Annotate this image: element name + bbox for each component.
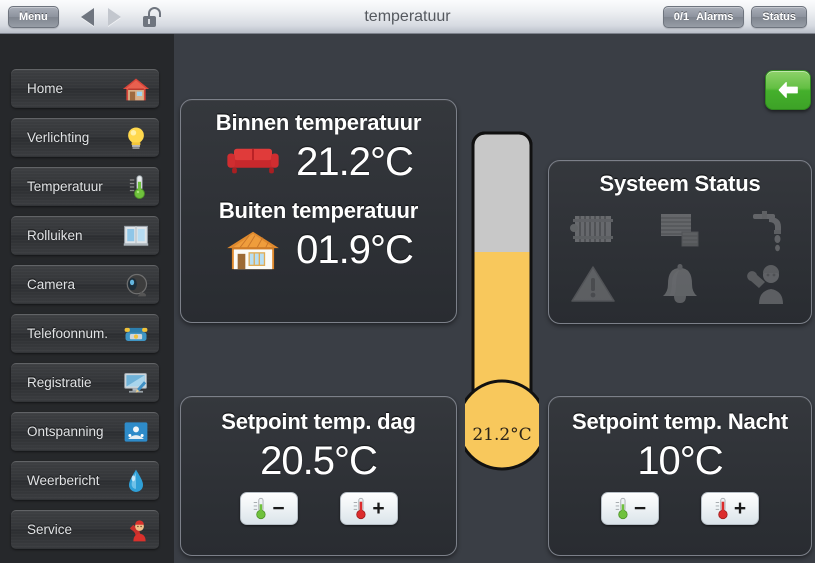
setpoint-day-decrease-label: −: [272, 497, 285, 520]
sidebar-item-telefoonnummers[interactable]: Telefoonnum.: [11, 314, 159, 353]
setpoint-night-decrease-label: −: [633, 497, 647, 520]
alarms-count: 0/1: [673, 10, 690, 23]
alarms-button[interactable]: 0/1 Alarms: [662, 5, 745, 28]
sidebar-item-ontspanning[interactable]: Ontspanning: [11, 412, 159, 451]
service-worker-icon: [740, 259, 794, 309]
setpoint-day-panel: Setpoint temp. dag 20.5°C − +: [180, 396, 457, 556]
setpoint-night-decrease-button[interactable]: −: [601, 492, 659, 525]
top-toolbar: Menu temperatuur 0/1 Alarms Status: [0, 0, 815, 34]
unlocked-padlock-icon[interactable]: [142, 6, 161, 27]
setpoint-night-increase-label: +: [733, 497, 747, 520]
orange-house-icon: [224, 226, 282, 274]
setpoint-day-value: 20.5°C: [260, 439, 378, 483]
menu-button[interactable]: Menu: [8, 5, 59, 28]
status-button-label: Status: [762, 10, 796, 23]
outside-temperature-row: 01.9°C: [181, 226, 456, 274]
system-status-panel: Systeem Status: [548, 160, 812, 324]
back-navigation-button[interactable]: [765, 70, 811, 110]
toolbar-right-group: 0/1 Alarms Status: [662, 5, 807, 28]
monitor-pencil-icon: [122, 369, 150, 397]
sidebar-item-label: Camera: [27, 277, 76, 292]
setpoint-night-panel: Setpoint temp. Nacht 10°C − +: [548, 396, 812, 556]
sidebar-item-registratie[interactable]: Registratie: [11, 363, 159, 402]
faucet-icon: [740, 205, 794, 255]
outside-temperature-value: 01.9°C: [296, 227, 414, 272]
setpoint-day-title: Setpoint temp. dag: [221, 409, 416, 434]
blinds-icon: [653, 205, 707, 255]
sidebar-item-home[interactable]: Home: [11, 69, 159, 108]
red-thermometer-icon: [354, 497, 366, 520]
red-sofa-icon: [224, 138, 282, 186]
radiator-icon: [566, 205, 620, 255]
sidebar-item-label: Weerbericht: [27, 473, 100, 488]
setpoint-night-controls: − +: [549, 492, 811, 525]
alarms-label: Alarms: [696, 10, 734, 23]
sidebar-item-label: Temperatuur: [27, 179, 103, 194]
water-droplet-icon: [122, 467, 150, 495]
temperature-readout-panel: Binnen temperatuur 21.2°C Buiten tempera…: [180, 99, 457, 323]
system-status-icon-grid: [549, 203, 811, 311]
sidebar-item-label: Registratie: [27, 375, 92, 390]
setpoint-day-increase-button[interactable]: +: [339, 492, 398, 525]
sidebar-item-weerbericht[interactable]: Weerbericht: [11, 461, 159, 500]
menu-button-label: Menu: [19, 10, 48, 23]
green-thermometer-icon: [615, 497, 628, 520]
green-thermometer-icon: [254, 497, 266, 520]
house-icon: [122, 75, 150, 103]
warning-triangle-icon: [566, 259, 620, 309]
telephone-icon: [122, 320, 150, 348]
setpoint-night-title: Setpoint temp. Nacht: [571, 409, 788, 434]
navigation-arrows: [80, 7, 121, 26]
lightbulb-icon: [122, 124, 150, 152]
sidebar-item-label: Service: [27, 522, 73, 537]
relaxation-icon: [122, 418, 150, 446]
sidebar-item-label: Rolluiken: [27, 228, 83, 243]
system-status-title: Systeem Status: [599, 171, 761, 196]
outside-temperature-title: Buiten temperatuur: [218, 198, 419, 223]
red-thermometer-icon: [715, 497, 728, 520]
sidebar-item-label: Verlichting: [27, 130, 90, 145]
setpoint-night-increase-button[interactable]: +: [701, 492, 759, 525]
window-blinds-icon: [122, 222, 150, 250]
sidebar-item-rolluiken[interactable]: Rolluiken: [11, 216, 159, 255]
thermometer-gauge: 21.2°C: [456, 129, 548, 483]
inside-temperature-row: 21.2°C: [181, 138, 456, 186]
forward-arrow-icon[interactable]: [107, 7, 121, 26]
setpoint-day-decrease-button[interactable]: −: [239, 492, 298, 525]
padlock-keyhole: [148, 18, 151, 24]
status-button[interactable]: Status: [751, 5, 807, 28]
sidebar-item-label: Telefoonnum.: [27, 326, 109, 341]
sidebar-item-camera[interactable]: Camera: [11, 265, 159, 304]
setpoint-night-value: 10°C: [637, 439, 723, 483]
inside-temperature-value: 21.2°C: [296, 139, 414, 184]
sidebar-item-verlichting[interactable]: Verlichting: [11, 118, 159, 157]
back-arrow-icon[interactable]: [80, 7, 94, 26]
setpoint-day-increase-label: +: [372, 497, 385, 520]
sidebar-item-label: Home: [27, 81, 64, 96]
bell-icon: [653, 259, 707, 309]
thermometer-icon: [122, 173, 150, 201]
arrow-left-icon: [778, 82, 798, 98]
sidebar-item-service[interactable]: Service: [11, 510, 159, 549]
sidebar-item-temperatuur[interactable]: Temperatuur: [11, 167, 159, 206]
sidebar-navigation: Home Verlichting Temperatuur Rolluiken C…: [0, 34, 174, 563]
service-worker-icon: [122, 516, 150, 544]
setpoint-day-controls: − +: [181, 492, 456, 525]
sidebar-item-label: Ontspanning: [27, 424, 104, 439]
camera-icon: [122, 271, 150, 299]
application-window: Menu temperatuur 0/1 Alarms Status Home: [0, 0, 815, 563]
thermometer-bulb: [456, 379, 548, 471]
inside-temperature-title: Binnen temperatuur: [215, 110, 422, 135]
